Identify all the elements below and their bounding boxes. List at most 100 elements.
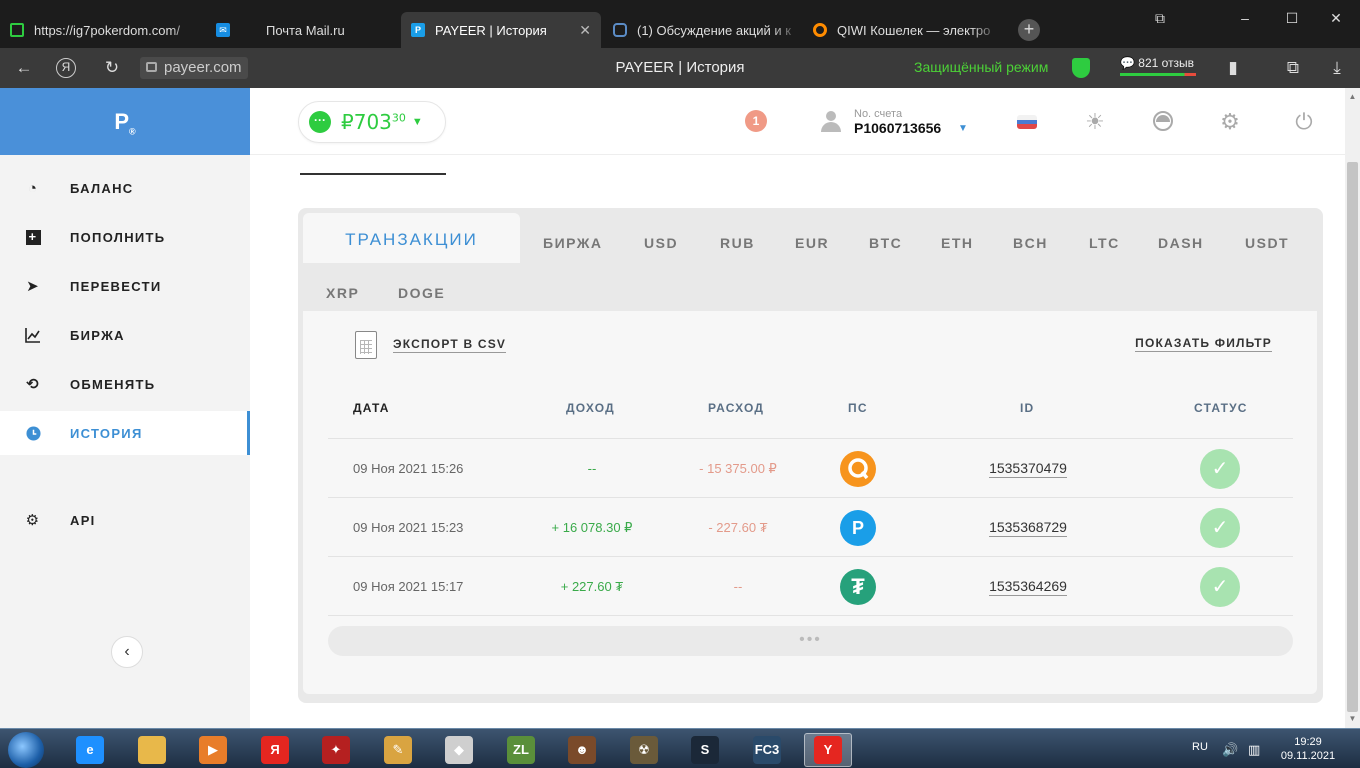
column-header-status[interactable]: СТАТУС bbox=[1194, 401, 1248, 415]
close-tab-icon[interactable]: ✕ bbox=[579, 22, 591, 39]
table-row[interactable]: 09 Ноя 2021 15:23 + 16 078.30 ₽ - 227.60… bbox=[328, 497, 1293, 556]
yandex-home-icon[interactable]: Я bbox=[56, 58, 76, 78]
column-header-expense[interactable]: РАСХОД bbox=[708, 401, 764, 415]
sidebar-item-balance[interactable]: ◔ БАЛАНС bbox=[0, 166, 250, 210]
column-header-ps[interactable]: ПС bbox=[848, 401, 868, 415]
tab-ltc[interactable]: LTC bbox=[1089, 235, 1120, 251]
language-indicator[interactable]: RU bbox=[1192, 741, 1208, 753]
tab-exchange[interactable]: БИРЖА bbox=[543, 235, 603, 251]
taskbar-app-button[interactable]: S bbox=[681, 733, 729, 767]
start-button[interactable] bbox=[8, 732, 44, 768]
load-more-button[interactable]: ••• bbox=[328, 626, 1293, 656]
power-icon[interactable]: ⏻ bbox=[1292, 110, 1316, 134]
page-scrollbar[interactable]: ▲ ▼ bbox=[1345, 88, 1360, 728]
tab-rub[interactable]: RUB bbox=[720, 235, 755, 251]
tab-doge[interactable]: DOGE bbox=[398, 285, 445, 301]
maximize-icon[interactable]: ☐ bbox=[1282, 10, 1302, 27]
column-header-income[interactable]: ДОХОД bbox=[566, 401, 615, 415]
clock-icon bbox=[24, 424, 42, 442]
sidebar-item-deposit[interactable]: + ПОПОЛНИТЬ bbox=[0, 215, 250, 259]
tab-title: (1) Обсуждение акций и к bbox=[637, 22, 791, 38]
tab-xrp[interactable]: XRP bbox=[326, 285, 359, 301]
taskbar-app-button[interactable]: ◆ bbox=[435, 733, 483, 767]
row-id[interactable]: 1535368729 bbox=[948, 498, 1108, 557]
tab-title: QIWI Кошелек — электро bbox=[837, 22, 991, 38]
taskbar-app-button[interactable]: ZL bbox=[497, 733, 545, 767]
taskbar-app-button[interactable]: ✎ bbox=[374, 733, 422, 767]
taskbar-app-button[interactable]: ▶ bbox=[189, 733, 237, 767]
browser-tab-qiwi[interactable]: QIWI Кошелек — электро bbox=[803, 12, 1001, 48]
taskbar-app-button[interactable]: Y bbox=[804, 733, 852, 767]
column-header-id[interactable]: ID bbox=[1020, 401, 1034, 415]
taskbar-app-button[interactable]: ☻ bbox=[558, 733, 606, 767]
tab-eth[interactable]: ETH bbox=[941, 235, 974, 251]
sidebar-item-exchange-market[interactable]: БИРЖА bbox=[0, 313, 250, 357]
row-expense: -- bbox=[733, 579, 743, 594]
tab-transactions[interactable]: ТРАНЗАКЦИИ bbox=[303, 213, 520, 263]
reviews-badge[interactable]: 💬 821 отзыв bbox=[1120, 56, 1196, 76]
tab-manager-icon[interactable]: ⧉ bbox=[1150, 10, 1170, 27]
tab-usd[interactable]: USD bbox=[644, 235, 678, 251]
scroll-thumb[interactable] bbox=[1347, 162, 1358, 712]
sun-theme-icon[interactable]: ☀ bbox=[1083, 110, 1107, 134]
browser-tab-bar: https://ig7pokerdom.com/ ✉ Почта Mail.ru… bbox=[0, 0, 1360, 48]
taskbar-app-button[interactable]: e bbox=[66, 733, 114, 767]
secure-mode-label[interactable]: Защищённый режим bbox=[914, 59, 1048, 75]
russian-flag-icon[interactable] bbox=[1017, 115, 1037, 129]
tab-bch[interactable]: BCH bbox=[1013, 235, 1048, 251]
table-row[interactable]: 09 Ноя 2021 15:26 -- - 15 375.00 ₽ 15353… bbox=[328, 438, 1293, 497]
taskbar-app-button[interactable]: ✦ bbox=[312, 733, 360, 767]
row-id[interactable]: 1535370479 bbox=[948, 439, 1108, 498]
browser-tab-forum[interactable]: (1) Обсуждение акций и к bbox=[603, 12, 801, 48]
new-tab-button[interactable]: + bbox=[1018, 19, 1040, 41]
browser-tab-mail[interactable]: ✉ Почта Mail.ru bbox=[206, 12, 398, 48]
taskbar-app-button[interactable] bbox=[128, 733, 176, 767]
export-csv-button[interactable]: ЭКСПОРТ В CSV bbox=[355, 331, 507, 359]
tab-dash[interactable]: DASH bbox=[1158, 235, 1204, 251]
row-income: + 227.60 ₮ bbox=[560, 579, 624, 594]
taskbar-app-button[interactable]: FC3 bbox=[743, 733, 791, 767]
spreadsheet-file-icon bbox=[355, 331, 377, 359]
row-date: 09 Ноя 2021 15:26 bbox=[353, 461, 464, 476]
sidebar-item-history[interactable]: ИСТОРИЯ bbox=[0, 411, 250, 455]
tab-btc[interactable]: BTC bbox=[869, 235, 902, 251]
download-icon[interactable]: ⤓ bbox=[1326, 58, 1348, 78]
column-header-date[interactable]: ДАТА bbox=[353, 401, 390, 415]
gears-icon: ⚙ bbox=[25, 512, 41, 529]
sidebar-item-transfer[interactable]: ➤ ПЕРЕВЕСТИ bbox=[0, 264, 250, 308]
tab-usdt[interactable]: USDT bbox=[1245, 235, 1289, 251]
back-arrow-icon[interactable]: ← bbox=[13, 58, 35, 78]
show-filter-button[interactable]: ПОКАЗАТЬ ФИЛЬТР bbox=[1135, 336, 1272, 352]
notification-badge[interactable]: 1 bbox=[745, 110, 767, 132]
sidebar-item-api[interactable]: ⚙ API bbox=[0, 498, 250, 542]
system-clock[interactable]: 19:29 09.11.2021 bbox=[1278, 735, 1338, 763]
browser-tab-pokerdom[interactable]: https://ig7pokerdom.com/ bbox=[0, 12, 200, 48]
gear-icon[interactable]: ⚙ bbox=[1218, 110, 1242, 134]
row-id[interactable]: 1535364269 bbox=[948, 557, 1108, 616]
yandex-browser-icon: Я bbox=[261, 736, 289, 764]
reload-icon[interactable]: ↻ bbox=[101, 58, 123, 78]
network-icon[interactable]: ▥ bbox=[1248, 742, 1260, 758]
volume-icon[interactable]: 🔊 bbox=[1222, 742, 1238, 758]
tab-eur[interactable]: EUR bbox=[795, 235, 829, 251]
collections-icon[interactable]: ⧉ bbox=[1282, 58, 1304, 78]
bookmark-icon[interactable]: ▮ bbox=[1222, 58, 1244, 78]
account-label: No. счета bbox=[854, 108, 903, 120]
taskbar-app-button[interactable]: Я bbox=[251, 733, 299, 767]
table-row[interactable]: 09 Ноя 2021 15:17 + 227.60 ₮ -- ₮ 153536… bbox=[328, 556, 1293, 615]
support-headset-icon[interactable] bbox=[1151, 110, 1175, 134]
browser-tab-payeer[interactable]: P PAYEER | История ✕ bbox=[401, 12, 601, 48]
url-field[interactable]: payeer.com bbox=[140, 57, 248, 79]
collapse-sidebar-button[interactable]: ‹ bbox=[111, 636, 143, 668]
sidebar-item-swap[interactable]: ⟲ ОБМЕНЯТЬ bbox=[0, 362, 250, 406]
balance-dropdown[interactable]: ··· ₽70330 ▼ bbox=[298, 101, 446, 143]
minimize-icon[interactable]: – bbox=[1235, 10, 1255, 26]
scroll-up-icon[interactable]: ▲ bbox=[1345, 92, 1360, 101]
payeer-icon: P bbox=[840, 510, 876, 546]
shield-icon[interactable] bbox=[1072, 58, 1090, 78]
scroll-down-icon[interactable]: ▼ bbox=[1345, 714, 1360, 723]
payeer-logo[interactable]: P® bbox=[0, 88, 250, 155]
close-window-icon[interactable]: ✕ bbox=[1326, 10, 1346, 27]
qiwi-favicon-icon bbox=[813, 23, 827, 37]
taskbar-app-button[interactable]: ☢ bbox=[620, 733, 668, 767]
